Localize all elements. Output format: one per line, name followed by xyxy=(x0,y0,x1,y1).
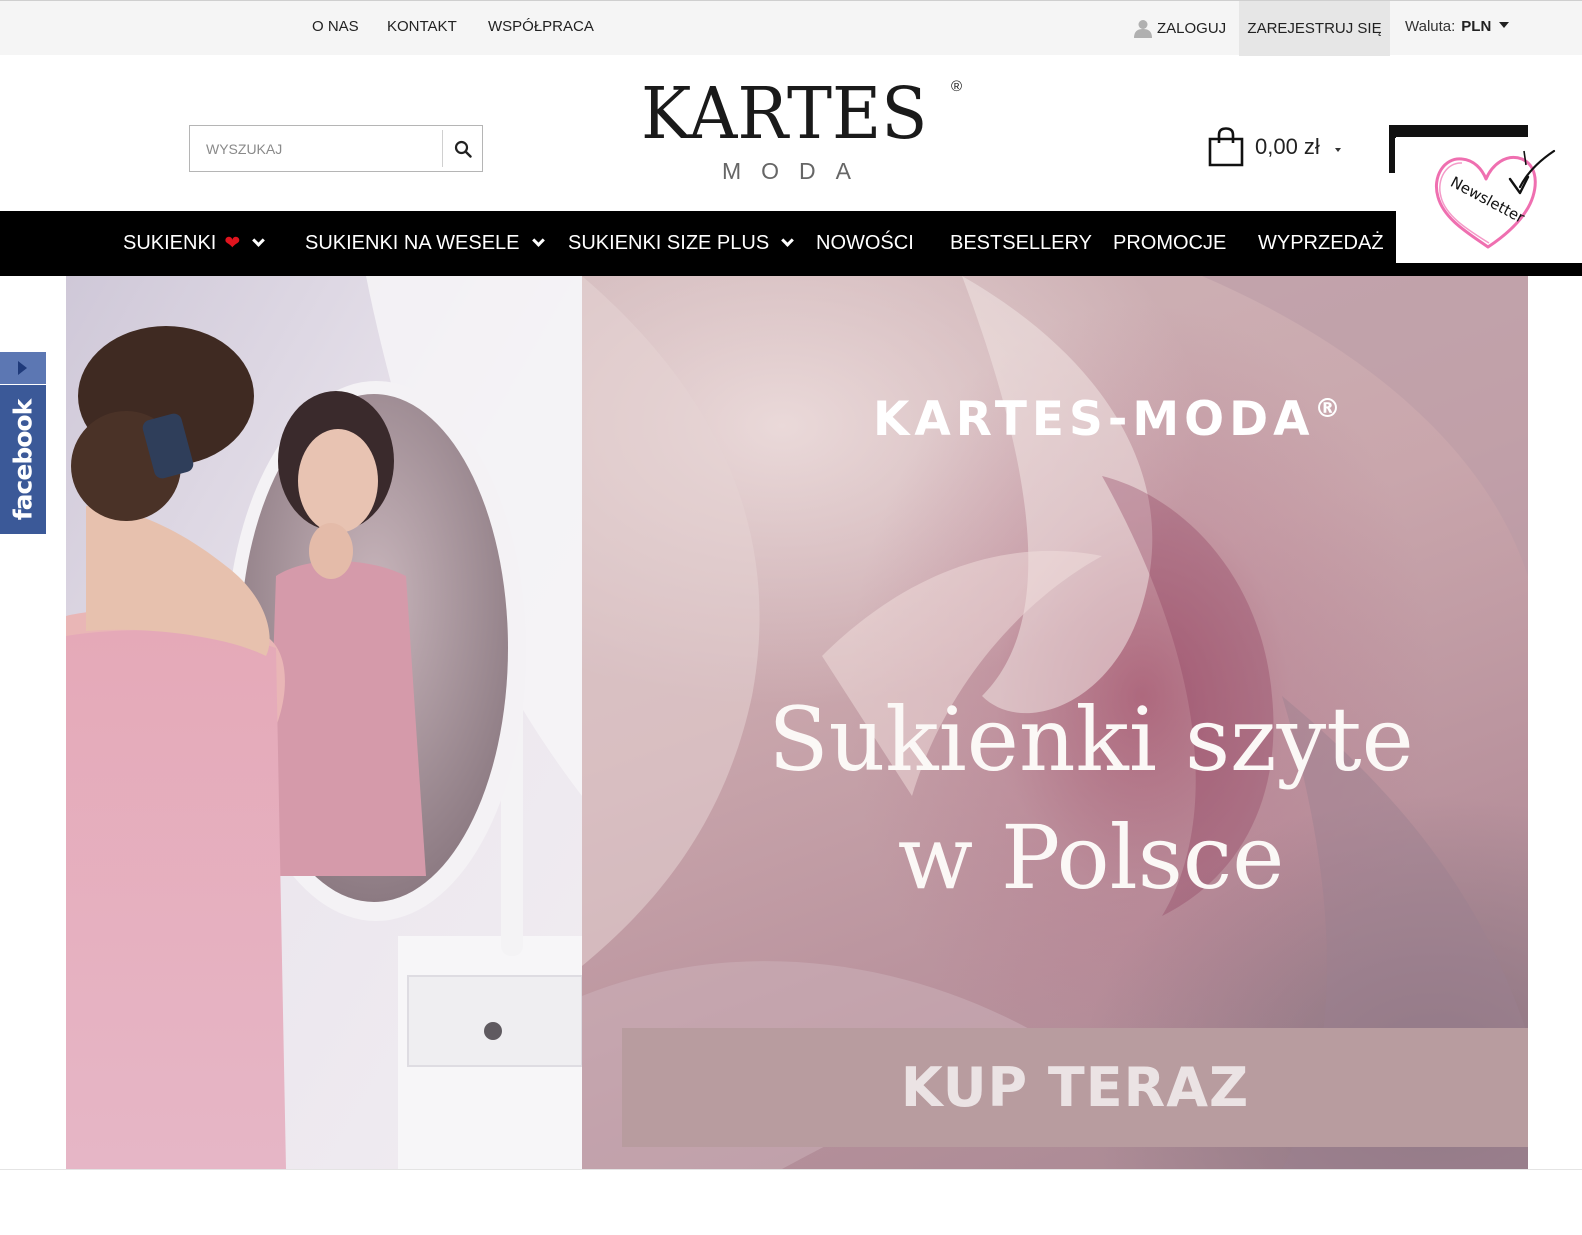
nav-item-label: NOWOŚCI xyxy=(816,232,914,254)
nav-item-nowosci[interactable]: NOWOŚCI xyxy=(816,211,914,276)
newsletter-button[interactable]: Newsletter xyxy=(1396,137,1582,263)
top-link-wspolpraca[interactable]: WSPÓŁPRACA xyxy=(488,18,594,35)
nav-item-label: WYPRZEDAŻ xyxy=(1258,232,1384,254)
currency-value: PLN xyxy=(1461,18,1492,35)
hero-title-line-1: Sukienki szyte xyxy=(768,688,1414,791)
search-box xyxy=(189,125,483,172)
user-icon xyxy=(1134,20,1152,38)
hero-title-line-2: w Polsce xyxy=(897,806,1285,909)
currency-selector[interactable]: Waluta: PLN xyxy=(1405,18,1510,35)
hero-brand-text: KARTES-MODA xyxy=(873,392,1315,447)
top-link-o-nas[interactable]: O NAS xyxy=(312,18,359,35)
facebook-label: facebook xyxy=(8,399,38,521)
search-input[interactable] xyxy=(191,127,441,170)
facebook-toggle-button[interactable] xyxy=(0,352,46,384)
logo-registered-mark: ® xyxy=(951,78,963,95)
search-icon xyxy=(454,140,472,158)
logo-sub-text: MODA xyxy=(722,158,871,184)
nav-item-wyprzedaz[interactable]: WYPRZEDAŻ xyxy=(1258,211,1384,276)
nav-item-label: BESTSELLERY xyxy=(950,232,1092,254)
login-label: ZALOGUJ xyxy=(1157,19,1227,37)
facebook-tab[interactable]: facebook xyxy=(0,385,46,534)
woman-mirror-photo xyxy=(66,276,582,1169)
top-link-kontakt[interactable]: KONTAKT xyxy=(387,18,457,35)
nav-item-sukienki-na-wesele[interactable]: SUKIENKI NA WESELE xyxy=(305,211,545,276)
nav-item-label: SUKIENKI SIZE PLUS xyxy=(568,232,770,254)
cart-button[interactable]: 0,00 zł xyxy=(1207,127,1341,167)
newsletter-label: Newsletter xyxy=(1448,173,1529,227)
nav-item-bestsellery[interactable]: BESTSELLERY xyxy=(950,211,1092,276)
register-button[interactable]: ZAREJESTRUJ SIĘ xyxy=(1239,1,1390,56)
chevron-down-icon xyxy=(531,234,545,247)
login-link[interactable]: ZALOGUJ xyxy=(1133,18,1226,38)
hero-brand: KARTES-MODA® xyxy=(873,392,1341,447)
caret-down-icon xyxy=(1499,21,1510,28)
heart-icon: ❤ xyxy=(224,233,241,254)
buy-now-button[interactable]: KUP TERAZ xyxy=(622,1028,1528,1147)
newsletter-heart-icon: Newsletter xyxy=(1435,149,1556,249)
hero-title: Sukienki szyte w Polsce xyxy=(726,681,1456,917)
hero-photo xyxy=(66,276,582,1169)
chevron-down-icon xyxy=(781,234,795,247)
nav-item-label: SUKIENKI NA WESELE xyxy=(305,232,520,254)
hero-brand-registered: ® xyxy=(1314,394,1341,424)
main-nav: SUKIENKI ❤ SUKIENKI NA WESELE SUKIENKI S… xyxy=(0,211,1582,276)
chevron-down-icon xyxy=(252,234,266,247)
logo-main-text: KARTES xyxy=(641,72,928,155)
nav-item-promocje[interactable]: PROMOCJE xyxy=(1113,211,1226,276)
divider xyxy=(0,1169,1582,1170)
buy-now-label: KUP TERAZ xyxy=(900,1056,1250,1119)
site-logo[interactable]: KARTES ® MODA xyxy=(638,78,970,186)
arrow-right-icon xyxy=(18,361,27,375)
nav-item-label: PROMOCJE xyxy=(1113,232,1227,254)
nav-item-sukienki-size-plus[interactable]: SUKIENKI SIZE PLUS xyxy=(568,211,795,276)
register-label: ZAREJESTRUJ SIĘ xyxy=(1247,20,1382,37)
currency-label: Waluta: xyxy=(1405,18,1456,35)
caret-down-icon xyxy=(1334,148,1341,152)
search-button[interactable] xyxy=(442,130,482,167)
cart-total: 0,00 zł xyxy=(1255,134,1320,159)
top-bar: O NAS KONTAKT WSPÓŁPRACA ZALOGUJ ZAREJES… xyxy=(0,0,1582,56)
nav-item-sukienki[interactable]: SUKIENKI ❤ xyxy=(123,211,266,276)
nav-item-label: SUKIENKI xyxy=(123,232,217,254)
shopping-bag-icon xyxy=(1208,127,1244,167)
